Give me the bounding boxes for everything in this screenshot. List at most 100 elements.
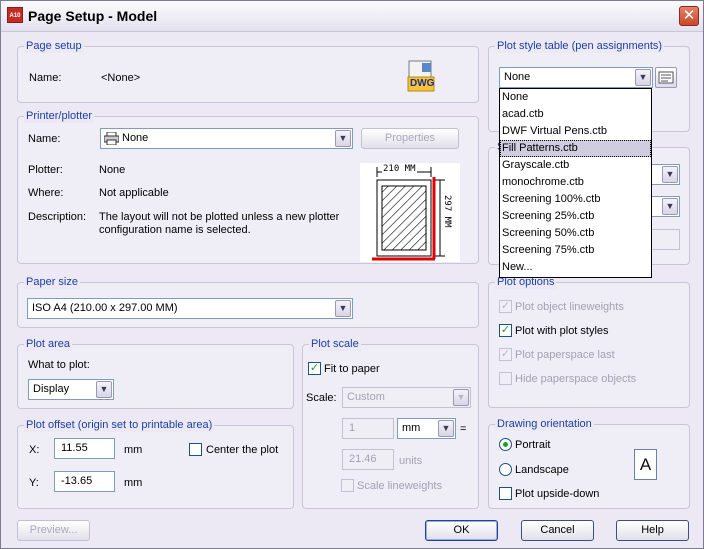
printer-name-label: Name:	[28, 133, 61, 145]
paper-size-group: Paper size ISO A4 (210.00 x 297.00 MM) ▼	[17, 275, 479, 328]
plot-style-dropdown-list[interactable]: None acad.ctb DWF Virtual Pens.ctb Fill …	[499, 88, 652, 278]
title-bar[interactable]: A10 Page Setup - Model ✕	[1, 1, 703, 32]
plot-style-option[interactable]: Grayscale.ctb	[500, 157, 651, 174]
plot-paperspace-last-label: Plot paperspace last	[515, 349, 615, 361]
plot-style-combo[interactable]: None ▼	[499, 67, 653, 88]
scale-units-label: units	[399, 455, 423, 467]
scale-lineweights-checkbox[interactable]	[341, 479, 354, 492]
plot-with-styles-label: Plot with plot styles	[515, 325, 609, 337]
plot-scale-group-title: Plot scale	[309, 337, 361, 351]
shade-plot-dropdown-arrow[interactable]: ▼	[662, 166, 678, 183]
center-plot-label: Center the plot	[206, 444, 279, 456]
plot-object-lineweights-label: Plot object lineweights	[515, 301, 624, 313]
plot-style-option[interactable]: New...	[500, 259, 651, 276]
portrait-radio[interactable]	[499, 438, 512, 451]
help-button[interactable]: Help	[616, 520, 689, 541]
fit-to-paper-label: Fit to paper	[324, 363, 380, 375]
shade-plot-combo[interactable]: ▼	[649, 164, 680, 185]
scale-unit-dropdown-arrow[interactable]: ▼	[438, 420, 454, 437]
scale-value-1: 1	[349, 422, 356, 434]
what-to-plot-dropdown-arrow[interactable]: ▼	[96, 381, 112, 398]
dpi-input[interactable]	[649, 229, 680, 250]
offset-x-input[interactable]: 11.55	[54, 438, 115, 459]
plot-upside-down-checkbox[interactable]	[499, 487, 512, 500]
printer-icon	[103, 131, 120, 148]
where-value: Not applicable	[99, 187, 169, 199]
printer-name-dropdown-arrow[interactable]: ▼	[335, 130, 351, 147]
plot-style-option[interactable]: Screening 50%.ctb	[500, 225, 651, 242]
hide-paperspace-objects-checkbox[interactable]	[499, 372, 512, 385]
plot-paperspace-last-checkbox[interactable]: ✓	[499, 348, 512, 361]
offset-x-label: X:	[29, 444, 40, 456]
scale-lineweights-label: Scale lineweights	[357, 480, 442, 492]
plot-area-group: Plot area What to plot: Display ▼	[17, 337, 294, 409]
offset-y-input[interactable]: -13.65	[54, 471, 115, 492]
dwg-icon-text: DWG	[410, 78, 435, 89]
landscape-radio[interactable]	[499, 463, 512, 476]
offset-y-unit: mm	[124, 477, 143, 489]
description-line-1: The layout will not be plotted unless a …	[99, 211, 340, 223]
scale-value-2: 21.46	[349, 453, 377, 465]
plot-style-option[interactable]: Screening 25%.ctb	[500, 208, 651, 225]
fit-to-paper-checkbox[interactable]: ✓	[308, 362, 321, 375]
portrait-label: Portrait	[515, 439, 551, 451]
what-to-plot-combo[interactable]: Display ▼	[28, 379, 114, 400]
where-label: Where:	[28, 187, 64, 199]
ok-button[interactable]: OK	[425, 520, 498, 541]
scale-unit-combo[interactable]: mm ▼	[397, 418, 456, 439]
paper-size-dropdown-arrow[interactable]: ▼	[335, 300, 351, 317]
offset-x-value: 11.55	[61, 442, 88, 454]
plot-style-value: None	[504, 71, 531, 83]
scale-equals: =	[460, 423, 467, 435]
quality-dropdown-arrow[interactable]: ▼	[662, 198, 678, 215]
center-plot-checkbox[interactable]	[189, 443, 202, 456]
plot-style-option[interactable]: DWF Virtual Pens.ctb	[500, 123, 651, 140]
paper-size-combo[interactable]: ISO A4 (210.00 x 297.00 MM) ▼	[27, 298, 353, 319]
printer-plotter-group-title: Printer/plotter	[24, 109, 95, 123]
scale-combo[interactable]: Custom ▼	[342, 387, 471, 408]
what-to-plot-value: Display	[33, 383, 70, 395]
plot-options-group: Plot options ✓ Plot object lineweights ✓…	[488, 275, 690, 408]
close-button[interactable]: ✕	[679, 6, 699, 26]
edit-plot-style-button[interactable]	[655, 67, 677, 88]
cancel-button[interactable]: Cancel	[521, 520, 594, 541]
plot-upside-down-label: Plot upside-down	[515, 488, 600, 500]
page-setup-name-value: <None>	[101, 72, 141, 84]
plotter-label: Plotter:	[28, 164, 63, 176]
scale-value-2-input[interactable]: 21.46	[342, 449, 394, 470]
plot-object-lineweights-checkbox[interactable]: ✓	[499, 300, 512, 313]
plot-style-option[interactable]: Screening 100%.ctb	[500, 191, 651, 208]
landscape-label: Landscape	[515, 464, 569, 476]
scale-dropdown-arrow[interactable]: ▼	[453, 389, 469, 406]
plotter-value: None	[99, 164, 126, 176]
plot-style-option[interactable]: None	[500, 89, 651, 106]
plot-offset-group: Plot offset (origin set to printable are…	[17, 418, 294, 509]
printer-name-combo[interactable]: None ▼	[100, 128, 353, 149]
quality-combo[interactable]: ▼	[649, 196, 680, 217]
plot-offset-group-title: Plot offset (origin set to printable are…	[24, 418, 215, 432]
plot-style-dropdown-arrow[interactable]: ▼	[635, 69, 651, 86]
what-to-plot-label: What to plot:	[28, 359, 90, 371]
plot-style-option-highlighted[interactable]: Fill Patterns.ctb	[500, 140, 651, 157]
plot-with-styles-checkbox[interactable]: ✓	[499, 324, 512, 337]
plot-scale-group: Plot scale ✓ Fit to paper Scale: Custom …	[302, 337, 479, 509]
scale-value-1-input[interactable]: 1	[342, 418, 394, 439]
paper-size-group-title: Paper size	[24, 275, 80, 289]
plot-style-option[interactable]: acad.ctb	[500, 106, 651, 123]
plot-style-option[interactable]: monochrome.ctb	[500, 174, 651, 191]
plot-style-option[interactable]: Screening 75%.ctb	[500, 242, 651, 259]
preview-button[interactable]: Preview...	[17, 520, 90, 541]
plot-area-group-title: Plot area	[24, 337, 73, 351]
page-setup-group-title: Page setup	[24, 39, 84, 53]
preview-width-label: 210 MM	[382, 164, 417, 174]
scale-label: Scale:	[306, 392, 337, 404]
autocad-app-icon: A10	[7, 7, 23, 23]
printer-name-value: None	[122, 132, 149, 144]
page-setup-name-label: Name:	[29, 72, 62, 84]
properties-button[interactable]: Properties	[361, 128, 459, 149]
offset-y-label: Y:	[29, 477, 39, 489]
scale-value: Custom	[347, 391, 385, 403]
page-setup-group: Page setup Name: <None> DWG	[17, 39, 479, 103]
printer-plotter-group: Printer/plotter Name: None ▼ Properties …	[17, 109, 479, 264]
paper-preview: 210 MM 297 MM	[360, 163, 460, 262]
